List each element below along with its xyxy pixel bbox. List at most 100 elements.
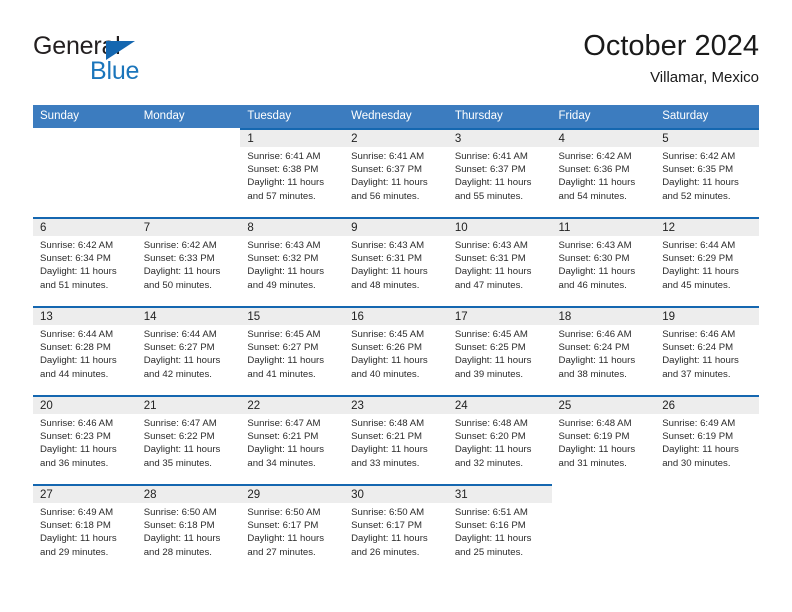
weekday-header-monday: Monday (143, 110, 185, 122)
day-number: 18 (551, 306, 656, 325)
daylight-text: Daylight: 11 hours and 36 minutes. (40, 444, 117, 469)
day-number: 12 (655, 217, 759, 236)
calendar-grid: Sunday Monday Tuesday Wednesday Thursday Frid… (33, 105, 759, 573)
day-cell[interactable]: 6 Sunrise: 6:42 AM Sunset: 6:34 PM Daylight… (33, 217, 137, 306)
day-cell[interactable]: 20 Sunrise: 6:46 AM Sunset: 6:23 PM Dayligh… (33, 395, 137, 484)
sunrise-text: Sunrise: 6:44 AM (662, 240, 736, 251)
day-cell[interactable]: 7 Sunrise: 6:42 AM Sunset: 6:33 PM Daylight… (136, 217, 241, 306)
day-number: 31 (447, 484, 552, 503)
day-number: 20 (33, 395, 137, 414)
day-cell[interactable]: 31 Sunrise: 6:51 AM Sunset: 6:16 PM Dayligh… (447, 484, 552, 573)
sunrise-text: Sunrise: 6:44 AM (143, 329, 217, 340)
day-number: 30 (344, 484, 448, 503)
sunset-text: Sunset: 6:27 PM (247, 342, 319, 354)
sunset-text: Sunset: 6:37 PM (351, 164, 423, 176)
day-cell[interactable]: 9 Sunrise: 6:43 AM Sunset: 6:31 PM Daylight… (344, 217, 448, 306)
sunrise-text: Sunrise: 6:49 AM (40, 507, 114, 518)
day-details: Sunrise: 6:46 AM Sunset: 6:24 PM Daylight:… (552, 325, 656, 381)
daylight-text: Daylight: 11 hours and 39 minutes. (454, 355, 532, 380)
day-cell[interactable]: 5 Sunrise: 6:42 AM Sunset: 6:35 PM Daylight… (655, 128, 759, 217)
day-cell[interactable]: 14 Sunrise: 6:44 AM Sunset: 6:27 PM Dayligh… (136, 306, 241, 395)
day-cell[interactable]: 3 Sunrise: 6:41 AM Sunset: 6:37 PM Daylight… (447, 128, 552, 217)
sunset-text: Sunset: 6:22 PM (143, 431, 215, 443)
sunset-text: Sunset: 6:38 PM (247, 164, 319, 176)
weekday-header-row: Sunday Monday Tuesday Wednesday Thursday Frid… (33, 105, 759, 128)
sunrise-text: Sunrise: 6:48 AM (558, 418, 632, 429)
sunset-text: Sunset: 6:28 PM (40, 342, 111, 354)
day-details: Sunrise: 6:44 AM Sunset: 6:27 PM Daylight:… (137, 325, 241, 381)
day-cell[interactable]: 17 Sunrise: 6:45 AM Sunset: 6:25 PM Dayligh… (447, 306, 552, 395)
day-cell[interactable]: 30 Sunrise: 6:50 AM Sunset: 6:17 PM Dayligh… (344, 484, 448, 573)
day-details: Sunrise: 6:50 AM Sunset: 6:17 PM Daylight:… (240, 503, 344, 559)
day-number: 8 (240, 217, 345, 236)
daylight-text: Daylight: 11 hours and 38 minutes. (558, 355, 636, 380)
sunrise-text: Sunrise: 6:46 AM (662, 329, 736, 340)
day-cell[interactable]: 22 Sunrise: 6:47 AM Sunset: 6:21 PM Dayligh… (240, 395, 345, 484)
day-cell[interactable]: 19 Sunrise: 6:46 AM Sunset: 6:24 PM Dayligh… (655, 306, 759, 395)
day-cell[interactable]: 13 Sunrise: 6:44 AM Sunset: 6:28 PM Dayligh… (33, 306, 137, 395)
daylight-text: Daylight: 11 hours and 26 minutes. (351, 533, 428, 558)
daylight-text: Daylight: 11 hours and 49 minutes. (247, 266, 325, 291)
sunrise-text: Sunrise: 6:46 AM (40, 418, 114, 429)
day-number: 21 (136, 395, 241, 414)
sunrise-text: Sunrise: 6:45 AM (247, 329, 321, 340)
day-cell[interactable]: 15 Sunrise: 6:45 AM Sunset: 6:27 PM Dayligh… (240, 306, 345, 395)
day-details: Sunrise: 6:44 AM Sunset: 6:28 PM Daylight:… (33, 325, 137, 381)
day-cell[interactable]: 16 Sunrise: 6:45 AM Sunset: 6:26 PM Dayligh… (344, 306, 448, 395)
day-details: Sunrise: 6:44 AM Sunset: 6:29 PM Daylight:… (655, 236, 759, 292)
day-cell[interactable]: 2 Sunrise: 6:41 AM Sunset: 6:37 PM Daylight… (344, 128, 448, 217)
page-header: General Blue October 2024 Villamar, Mexi… (33, 30, 759, 94)
day-details: Sunrise: 6:49 AM Sunset: 6:18 PM Daylight:… (33, 503, 137, 559)
day-number: 15 (240, 306, 345, 325)
sunrise-text: Sunrise: 6:48 AM (351, 418, 425, 429)
sunset-text: Sunset: 6:24 PM (662, 342, 734, 354)
day-cell[interactable]: 21 Sunrise: 6:47 AM Sunset: 6:22 PM Dayligh… (136, 395, 241, 484)
sunrise-text: Sunrise: 6:41 AM (351, 151, 425, 162)
daylight-text: Daylight: 11 hours and 47 minutes. (454, 266, 532, 291)
day-details: Sunrise: 6:48 AM Sunset: 6:19 PM Daylight:… (552, 414, 656, 470)
day-details: Sunrise: 6:45 AM Sunset: 6:27 PM Daylight:… (240, 325, 344, 381)
sunset-text: Sunset: 6:23 PM (40, 431, 111, 443)
day-cell[interactable]: 28 Sunrise: 6:50 AM Sunset: 6:18 PM Dayligh… (136, 484, 241, 573)
day-cell[interactable]: 12 Sunrise: 6:44 AM Sunset: 6:29 PM Dayligh… (655, 217, 759, 306)
sunset-text: Sunset: 6:26 PM (351, 342, 423, 354)
sunrise-text: Sunrise: 6:43 AM (247, 240, 321, 251)
day-cell[interactable]: 23 Sunrise: 6:48 AM Sunset: 6:21 PM Dayligh… (344, 395, 448, 484)
day-details: Sunrise: 6:43 AM Sunset: 6:31 PM Daylight:… (448, 236, 552, 292)
weekday-header-saturday: Saturday (662, 110, 709, 122)
day-number (33, 128, 137, 149)
day-cell[interactable]: 10 Sunrise: 6:43 AM Sunset: 6:31 PM Dayligh… (447, 217, 552, 306)
day-cell[interactable]: 24 Sunrise: 6:48 AM Sunset: 6:20 PM Dayligh… (447, 395, 552, 484)
sunset-text: Sunset: 6:16 PM (454, 520, 526, 532)
sunset-text: Sunset: 6:21 PM (247, 431, 319, 443)
day-cell[interactable]: 29 Sunrise: 6:50 AM Sunset: 6:17 PM Dayligh… (240, 484, 345, 573)
day-cell[interactable]: 18 Sunrise: 6:46 AM Sunset: 6:24 PM Dayligh… (551, 306, 656, 395)
sunrise-text: Sunrise: 6:45 AM (454, 329, 528, 340)
day-cell[interactable]: 25 Sunrise: 6:48 AM Sunset: 6:19 PM Dayligh… (551, 395, 656, 484)
weekday-header-wednesday: Wednesday (351, 110, 412, 122)
day-number: 5 (655, 128, 759, 147)
sunrise-text: Sunrise: 6:48 AM (454, 418, 528, 429)
daylight-text: Daylight: 11 hours and 48 minutes. (351, 266, 428, 291)
sunset-text: Sunset: 6:32 PM (247, 253, 319, 265)
day-number: 1 (240, 128, 345, 147)
sunset-text: Sunset: 6:17 PM (247, 520, 319, 532)
calendar-weeks: 1 Sunrise: 6:41 AM Sunset: 6:38 PM Daylight… (33, 128, 759, 573)
day-cell[interactable]: 1 Sunrise: 6:41 AM Sunset: 6:38 PM Daylight… (240, 128, 345, 217)
day-cell[interactable]: 26 Sunrise: 6:49 AM Sunset: 6:19 PM Dayligh… (655, 395, 759, 484)
sunrise-text: Sunrise: 6:46 AM (558, 329, 632, 340)
day-cell[interactable]: 8 Sunrise: 6:43 AM Sunset: 6:32 PM Daylight… (240, 217, 345, 306)
sunrise-text: Sunrise: 6:42 AM (40, 240, 114, 251)
day-details: Sunrise: 6:43 AM Sunset: 6:32 PM Daylight:… (240, 236, 344, 292)
day-number: 24 (447, 395, 552, 414)
day-cell[interactable]: 4 Sunrise: 6:42 AM Sunset: 6:36 PM Daylight… (551, 128, 656, 217)
day-details: Sunrise: 6:43 AM Sunset: 6:31 PM Daylight:… (344, 236, 448, 292)
day-number: 29 (240, 484, 345, 503)
day-cell[interactable]: 27 Sunrise: 6:49 AM Sunset: 6:18 PM Dayligh… (33, 484, 137, 573)
sunrise-text: Sunrise: 6:45 AM (351, 329, 425, 340)
day-cell[interactable]: 11 Sunrise: 6:43 AM Sunset: 6:30 PM Dayligh… (551, 217, 656, 306)
day-number: 26 (655, 395, 759, 414)
sunrise-text: Sunrise: 6:43 AM (558, 240, 632, 251)
day-details: Sunrise: 6:46 AM Sunset: 6:23 PM Daylight:… (33, 414, 137, 470)
day-details: Sunrise: 6:46 AM Sunset: 6:24 PM Daylight:… (655, 325, 759, 381)
